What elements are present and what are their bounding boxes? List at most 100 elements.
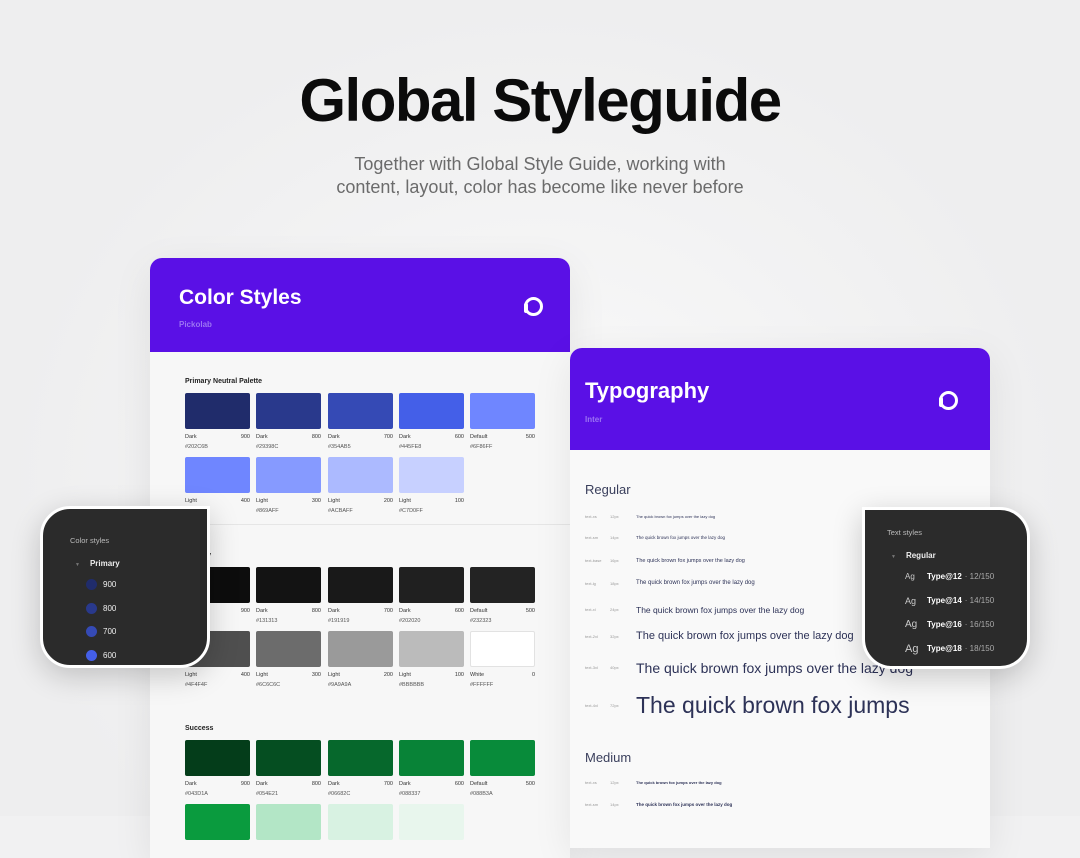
swatch-weight: 800 <box>311 434 321 440</box>
swatch-weight: 100 <box>454 672 464 678</box>
swatch-hex: #088B3A <box>470 791 493 797</box>
type-row: text-sm 14px The quick brown fox jumps ove… <box>585 802 732 807</box>
swatch-label: Light 400 <box>185 498 250 504</box>
swatch-hex: #445FE8 <box>399 444 422 450</box>
swatch-name: Dark <box>256 781 268 787</box>
color-swatch[interactable] <box>328 457 393 493</box>
type-sample: The quick brown fox jumps over the lazy … <box>636 513 716 519</box>
swatch-weight: 200 <box>383 498 393 504</box>
caret-down-icon: ▼ <box>75 562 80 568</box>
color-swatch[interactable] <box>399 740 464 776</box>
swatch-name: Light <box>256 498 268 504</box>
swatch-hex: #06682C <box>328 791 351 797</box>
swatch-weight: 600 <box>454 434 464 440</box>
text-style-item[interactable]: Ag Type@16 · 16/150 <box>905 619 994 630</box>
text-style-item[interactable]: Ag Type@18 · 18/150 <box>905 643 994 655</box>
color-swatch[interactable] <box>399 567 464 603</box>
color-style-item[interactable]: 600 <box>86 649 117 661</box>
color-swatch[interactable] <box>399 393 464 429</box>
swatch-name: Light <box>256 672 268 678</box>
swatch-name: Light <box>328 672 340 678</box>
swatch-weight: 300 <box>311 498 321 504</box>
swatch-name: White <box>470 672 485 678</box>
swatch-label: Dark 800 <box>256 434 321 440</box>
color-swatch[interactable] <box>399 457 464 493</box>
text-style-item[interactable]: Ag Type@14 · 14/150 <box>905 596 994 606</box>
color-swatch[interactable] <box>470 631 535 667</box>
text-style-sample: Ag <box>905 619 918 630</box>
pickolab-logo-icon <box>939 391 958 410</box>
type-size: 14px <box>610 535 619 541</box>
swatch-name: Light <box>185 672 197 678</box>
color-swatch[interactable] <box>328 393 393 429</box>
group-regular[interactable]: ▼ Regular <box>891 551 936 560</box>
text-style-item[interactable]: Ag Type@12 · 12/150 <box>905 572 994 581</box>
swatch-name: Dark <box>328 608 340 614</box>
regular-heading: Regular <box>585 482 631 497</box>
style-name: Type@16 <box>927 620 962 629</box>
swatch-label: Dark 900 <box>185 781 250 787</box>
swatch-label: Light 100 <box>399 498 464 504</box>
color-swatch[interactable] <box>328 567 393 603</box>
color-swatch[interactable] <box>470 393 535 429</box>
type-row: text-2xl 32px The quick brown fox jumps ov… <box>585 630 854 642</box>
color-swatch[interactable] <box>256 457 321 493</box>
swatch-name: Light <box>399 672 411 678</box>
color-swatch[interactable] <box>399 631 464 667</box>
type-sample: The quick brown fox jumps over the lazy … <box>636 535 726 541</box>
card-header: Color Styles Pickolab <box>150 258 570 352</box>
swatch-label: Dark 800 <box>256 781 321 787</box>
type-token: text-3xl <box>585 665 598 671</box>
color-swatch[interactable] <box>328 740 393 776</box>
type-size: 40px <box>610 665 619 671</box>
color-style-label: 800 <box>103 603 117 613</box>
swatch-hex: #29398C <box>256 444 279 450</box>
swatch-hex: #6C6C6C <box>256 682 281 688</box>
text-style-name: Type@18 · 18/150 <box>927 644 994 653</box>
swatch-hex: #C7D0FF <box>399 508 423 514</box>
color-swatch[interactable] <box>256 631 321 667</box>
swatch-label: Dark 700 <box>328 434 393 440</box>
color-dot-icon <box>86 626 97 637</box>
swatch-weight: 400 <box>240 498 250 504</box>
card-header: Typography Inter <box>570 348 990 450</box>
swatch-hex: #6F86FF <box>470 444 493 450</box>
color-swatch[interactable] <box>470 567 535 603</box>
type-row: text-3xl 40px The quick brown fox jumps ov… <box>585 660 913 676</box>
swatch-name: Default <box>470 781 488 787</box>
type-sample: The quick brown fox jumps over the lazy … <box>636 580 755 587</box>
swatch-hex: #9A9A9A <box>328 682 352 688</box>
color-style-item[interactable]: 700 <box>86 626 116 637</box>
color-swatch[interactable] <box>328 804 393 840</box>
color-swatch[interactable] <box>185 393 250 429</box>
color-swatch[interactable] <box>399 804 464 840</box>
color-swatch[interactable] <box>185 804 250 840</box>
type-size: 72px <box>610 703 619 709</box>
color-dot-icon <box>86 579 97 590</box>
color-swatch[interactable] <box>470 740 535 776</box>
type-size: 16px <box>610 558 619 564</box>
color-swatch[interactable] <box>256 393 321 429</box>
text-style-name: Type@12 · 12/150 <box>927 572 994 581</box>
swatch-weight: 300 <box>311 672 321 678</box>
color-style-label: 600 <box>103 650 117 660</box>
color-swatch[interactable] <box>185 457 250 493</box>
swatch-weight: 100 <box>454 498 464 504</box>
swatch-hex: #088337 <box>399 791 421 797</box>
swatch-name: Dark <box>399 608 411 614</box>
group-primary[interactable]: ▼ Primary <box>75 559 120 568</box>
color-swatch[interactable] <box>185 740 250 776</box>
type-row: text-4xl 72px The quick brown fox jumps <box>585 692 910 719</box>
section-title: Success <box>185 725 214 732</box>
swatch-weight: 500 <box>525 434 535 440</box>
color-swatch[interactable] <box>256 804 321 840</box>
swatch-weight: 500 <box>525 608 535 614</box>
color-styles-card: Color Styles Pickolab Primary Neutral Pa… <box>150 258 570 858</box>
color-style-item[interactable]: 800 <box>86 602 117 614</box>
swatch-label: Dark 600 <box>399 781 464 787</box>
type-sample: The quick brown fox jumps over the lazy … <box>636 557 745 564</box>
color-swatch[interactable] <box>256 740 321 776</box>
color-swatch[interactable] <box>328 631 393 667</box>
color-swatch[interactable] <box>256 567 321 603</box>
color-style-item[interactable]: 900 <box>86 579 116 590</box>
